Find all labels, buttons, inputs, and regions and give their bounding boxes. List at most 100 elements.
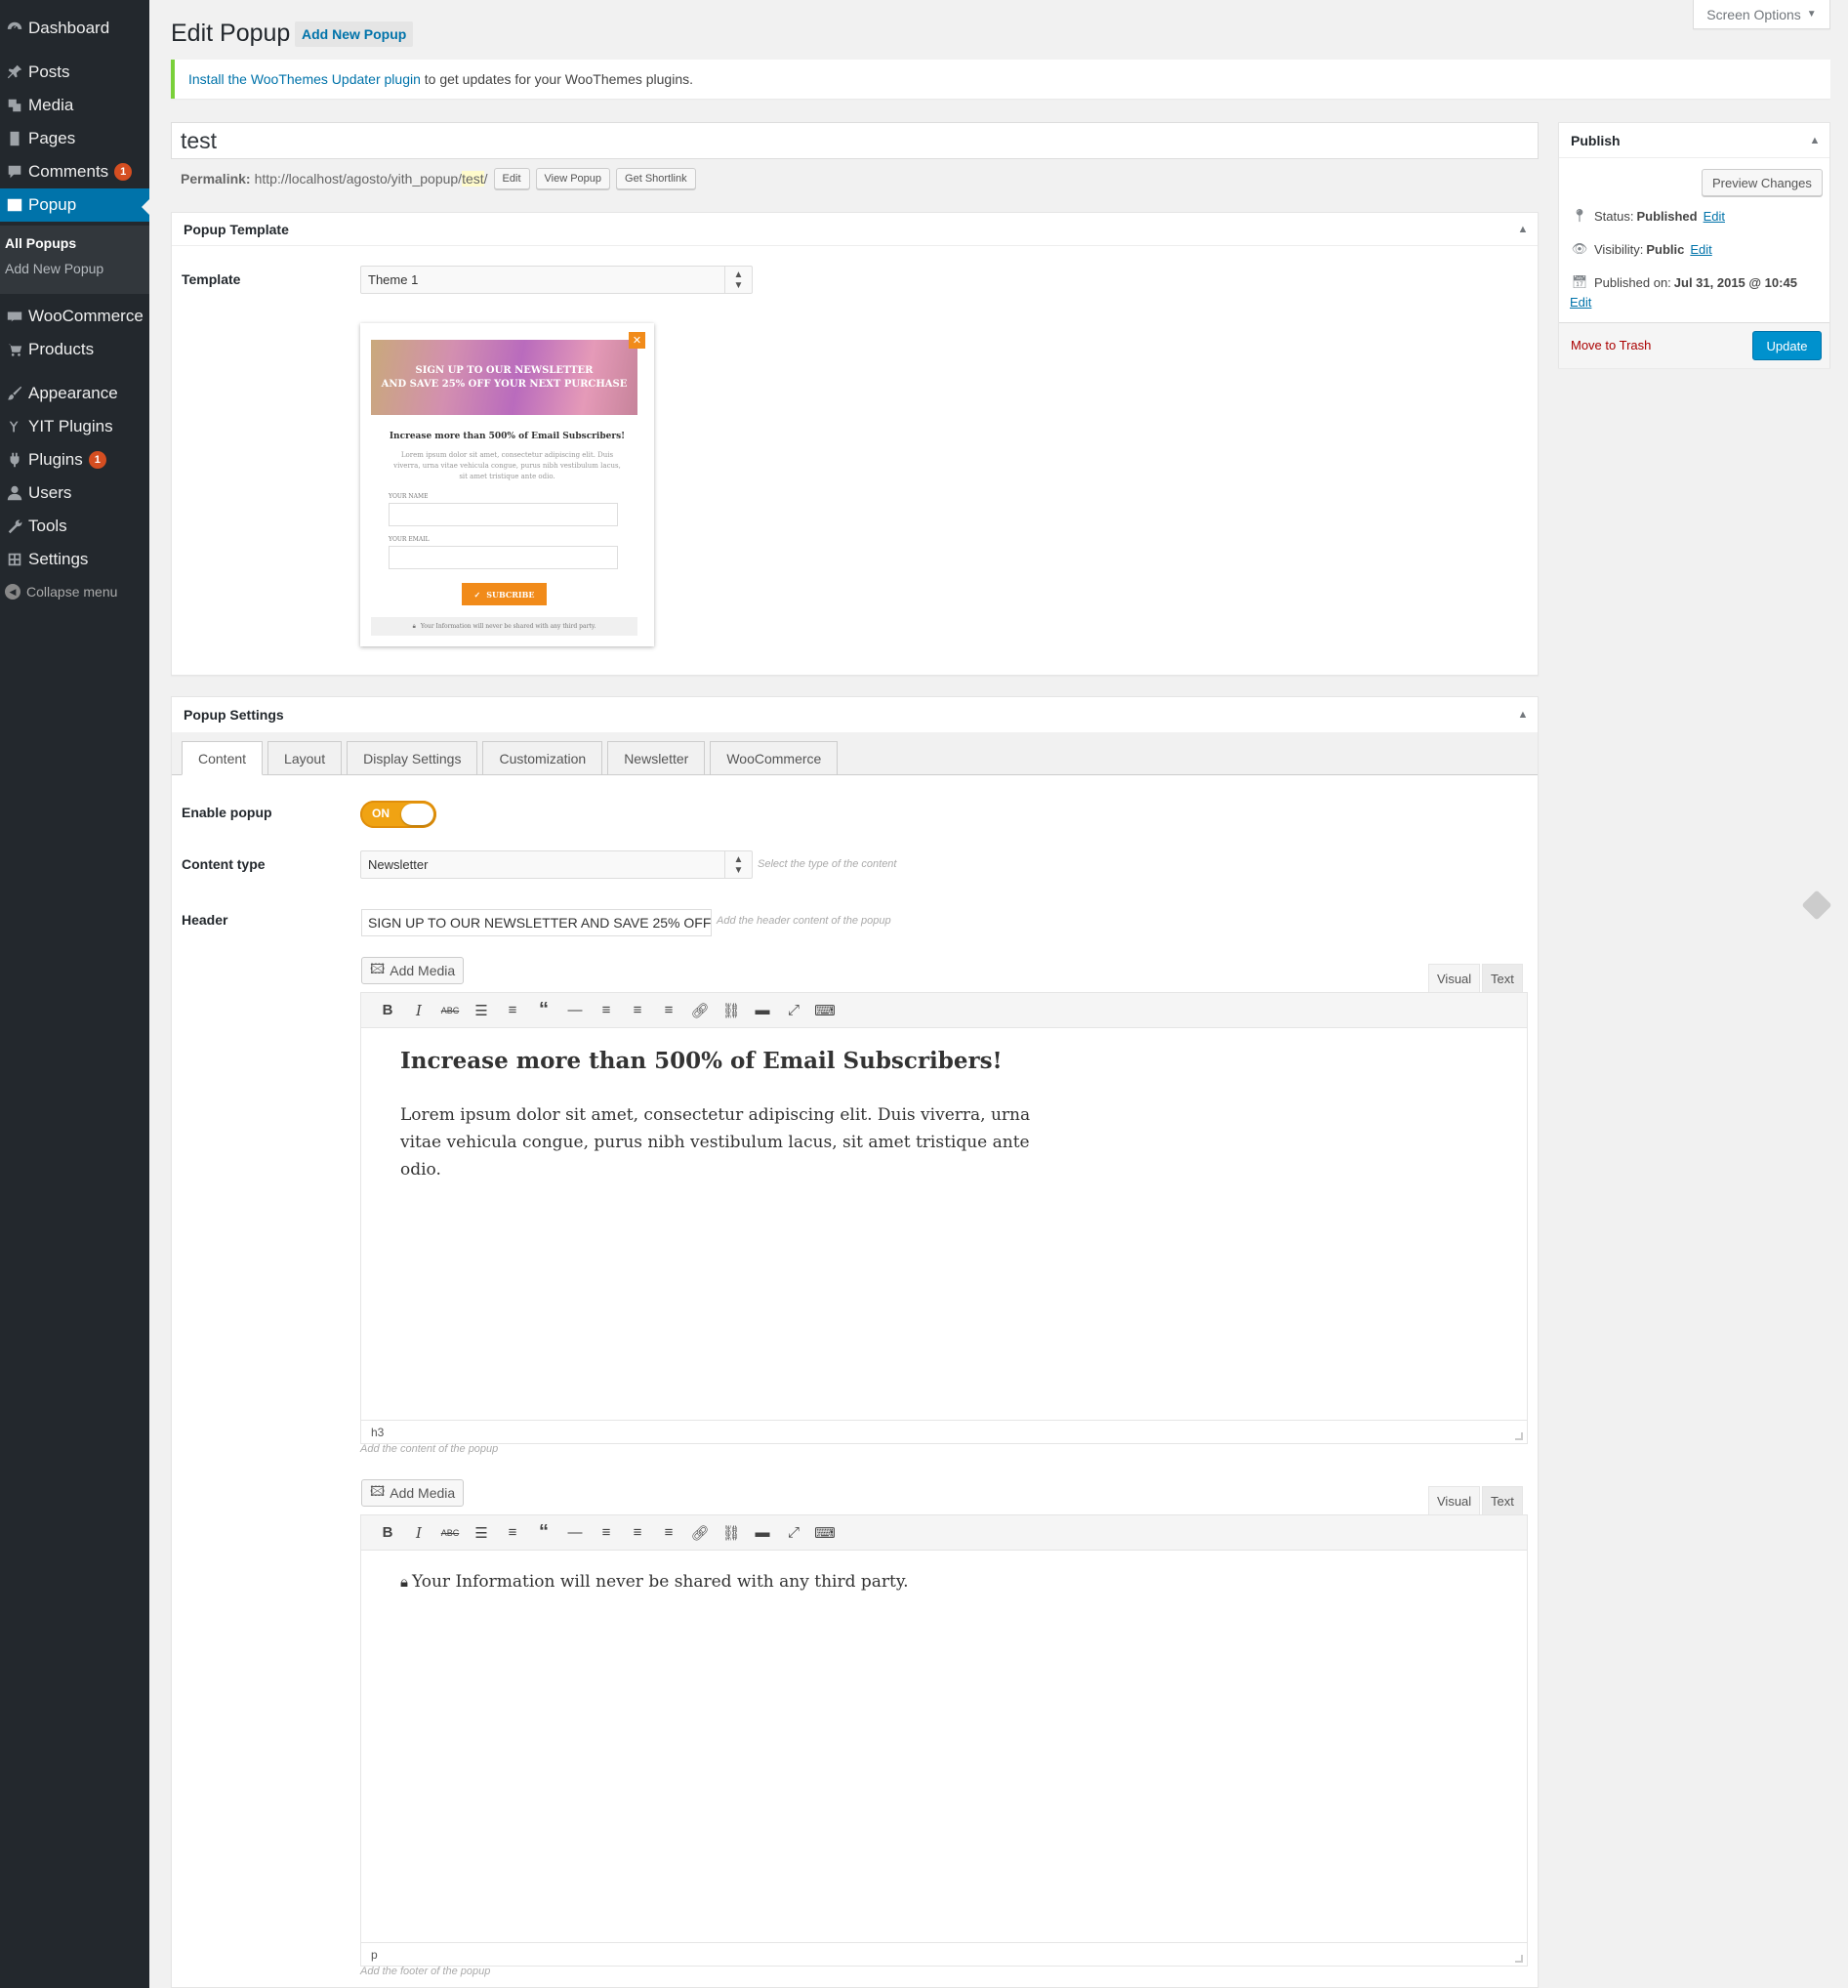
editor-toolbar: B I ABC ☰ ≡ “ — ≡ ≡ ≡ 🔗︎ ⛓︎ ▬ ⤢ ⌨ (361, 993, 1527, 1028)
template-preview[interactable]: SIGN UP TO OUR NEWSLETTER AND SAVE 25% O… (360, 323, 654, 646)
bullet-list-icon[interactable]: ☰ (466, 1519, 497, 1547)
published-label: Published on: (1594, 274, 1671, 290)
sidebar-item-plugins[interactable]: Plugins 1 (0, 443, 149, 476)
sidebar-item-settings[interactable]: Settings (0, 543, 149, 576)
sidebar-item-comments[interactable]: Comments 1 (0, 155, 149, 188)
sidebar-item-users[interactable]: Users (0, 476, 149, 510)
content-editor: 🖾 Add Media Visual Text B I ABC ☰ ≡ “ — … (360, 957, 1528, 1460)
text-tab[interactable]: Text (1482, 1486, 1523, 1515)
bold-icon[interactable]: B (372, 1519, 403, 1547)
popup-icon (0, 196, 28, 214)
edit-status-link[interactable]: Edit (1704, 209, 1725, 224)
edit-visibility-link[interactable]: Edit (1690, 242, 1711, 257)
sidebar-item-label: Settings (28, 550, 89, 568)
visual-tab[interactable]: Visual (1428, 964, 1481, 993)
blockquote-icon[interactable]: “ (528, 997, 559, 1024)
strikethrough-icon[interactable]: ABC (434, 1519, 466, 1547)
align-left-icon[interactable]: ≡ (591, 997, 622, 1024)
get-shortlink-button[interactable]: Get Shortlink (616, 168, 696, 189)
sidebar-item-tools[interactable]: Tools (0, 510, 149, 543)
link-icon[interactable]: 🔗︎ (684, 1519, 716, 1547)
horizontal-line-icon[interactable]: — (559, 997, 591, 1024)
collapse-toggle-icon[interactable]: ▲ (1508, 709, 1538, 721)
italic-icon[interactable]: I (403, 1519, 434, 1547)
edit-date-link[interactable]: Edit (1570, 295, 1591, 310)
enable-popup-toggle[interactable]: ON (360, 801, 436, 828)
popup-settings-header[interactable]: Popup Settings ▲ (172, 697, 1538, 732)
align-left-icon[interactable]: ≡ (591, 1519, 622, 1547)
collapse-toggle-icon[interactable]: ▲ (1508, 224, 1538, 235)
view-popup-button[interactable]: View Popup (535, 168, 611, 189)
align-center-icon[interactable]: ≡ (622, 1519, 653, 1547)
link-icon[interactable]: 🔗︎ (684, 997, 716, 1024)
text-tab[interactable]: Text (1482, 964, 1523, 993)
bullet-list-icon[interactable]: ☰ (466, 997, 497, 1024)
install-updater-link[interactable]: Install the WooThemes Updater plugin (188, 71, 421, 87)
read-more-icon[interactable]: ▬ (747, 1519, 778, 1547)
sidebar-item-pages[interactable]: Pages (0, 122, 149, 155)
visual-tab[interactable]: Visual (1428, 1486, 1481, 1515)
align-right-icon[interactable]: ≡ (653, 997, 684, 1024)
header-input[interactable]: SIGN UP TO OUR NEWSLETTER AND SAVE 25% O… (361, 909, 712, 936)
permalink-url[interactable]: http://localhost/agosto/yith_popup/test/ (255, 171, 488, 186)
toolbar-toggle-icon[interactable]: ⌨ (809, 1519, 841, 1547)
editor-content-area[interactable]: Increase more than 500% of Email Subscri… (361, 1028, 1527, 1420)
resize-handle-icon[interactable] (1515, 1432, 1523, 1440)
blockquote-icon[interactable]: “ (528, 1519, 559, 1547)
collapse-menu-button[interactable]: ◀ Collapse menu (5, 584, 117, 600)
content-type-select[interactable]: Newsletter ▲ ▼ (360, 850, 753, 879)
tab-newsletter[interactable]: Newsletter (607, 741, 706, 775)
italic-icon[interactable]: I (403, 997, 434, 1024)
numbered-list-icon[interactable]: ≡ (497, 1519, 528, 1547)
sidebar-item-popup[interactable]: Popup (0, 188, 149, 222)
sidebar-item-appearance[interactable]: Appearance (0, 377, 149, 410)
popup-template-header[interactable]: Popup Template ▲ (172, 213, 1538, 246)
submenu-all-popups[interactable]: All Popups (5, 235, 76, 251)
bold-icon[interactable]: B (372, 997, 403, 1024)
collapse-toggle-icon[interactable]: ▲ (1800, 135, 1829, 146)
edit-permalink-button[interactable]: Edit (493, 168, 530, 189)
tab-woocommerce[interactable]: WooCommerce (710, 741, 839, 775)
add-new-popup-button[interactable]: Add New Popup (295, 21, 414, 47)
permalink-slug: test (462, 171, 484, 186)
horizontal-line-icon[interactable]: — (559, 1519, 591, 1547)
tab-customization[interactable]: Customization (482, 741, 603, 775)
preview-changes-button[interactable]: Preview Changes (1702, 169, 1823, 196)
sidebar-item-media[interactable]: Media (0, 89, 149, 122)
sidebar-item-woocommerce[interactable]: WooCommerce (0, 300, 149, 333)
toolbar-toggle-icon[interactable]: ⌨ (809, 997, 841, 1024)
template-select[interactable]: Theme 1 ▲ ▼ (360, 266, 753, 294)
published-value: Jul 31, 2015 @ 10:45 (1673, 274, 1797, 290)
submenu-add-new-popup[interactable]: Add New Popup (5, 261, 103, 276)
publish-box: Publish ▲ Preview Changes 📍︎ Status: Pub… (1558, 122, 1830, 368)
calendar-icon: 📅︎ (1571, 274, 1588, 289)
tab-content[interactable]: Content (182, 741, 264, 775)
footer-help: Add the footer of the popup (360, 1966, 491, 1977)
screen-options-button[interactable]: Screen Options ▼ (1693, 0, 1830, 29)
unlink-icon[interactable]: ⛓︎ (716, 997, 747, 1024)
post-title-input[interactable]: test (171, 122, 1539, 159)
align-right-icon[interactable]: ≡ (653, 1519, 684, 1547)
update-button[interactable]: Update (1752, 331, 1822, 360)
scroll-tag-icon[interactable] (1801, 890, 1832, 921)
editor-content-area[interactable]: 🔒︎ Your Information will never be shared… (361, 1551, 1527, 1942)
strikethrough-icon[interactable]: ABC (434, 997, 466, 1024)
move-to-trash-link[interactable]: Move to Trash (1571, 338, 1651, 352)
numbered-list-icon[interactable]: ≡ (497, 997, 528, 1024)
resize-handle-icon[interactable] (1515, 1955, 1523, 1963)
sidebar-item-yit-plugins[interactable]: YIT Plugins (0, 410, 149, 443)
fullscreen-icon[interactable]: ⤢ (778, 997, 809, 1024)
publish-header[interactable]: Publish ▲ (1559, 123, 1829, 158)
read-more-icon[interactable]: ▬ (747, 997, 778, 1024)
add-media-button[interactable]: 🖾 Add Media (361, 957, 465, 984)
sidebar-item-products[interactable]: Products (0, 333, 149, 366)
tab-display-settings[interactable]: Display Settings (347, 741, 478, 775)
align-center-icon[interactable]: ≡ (622, 997, 653, 1024)
tab-layout[interactable]: Layout (267, 741, 343, 775)
sidebar-item-dashboard[interactable]: Dashboard (0, 12, 149, 45)
sidebar-item-posts[interactable]: Posts (0, 56, 149, 89)
unlink-icon[interactable]: ⛓︎ (716, 1519, 747, 1547)
add-media-button[interactable]: 🖾 Add Media (361, 1479, 465, 1507)
preview-name-input (389, 503, 618, 526)
fullscreen-icon[interactable]: ⤢ (778, 1519, 809, 1547)
